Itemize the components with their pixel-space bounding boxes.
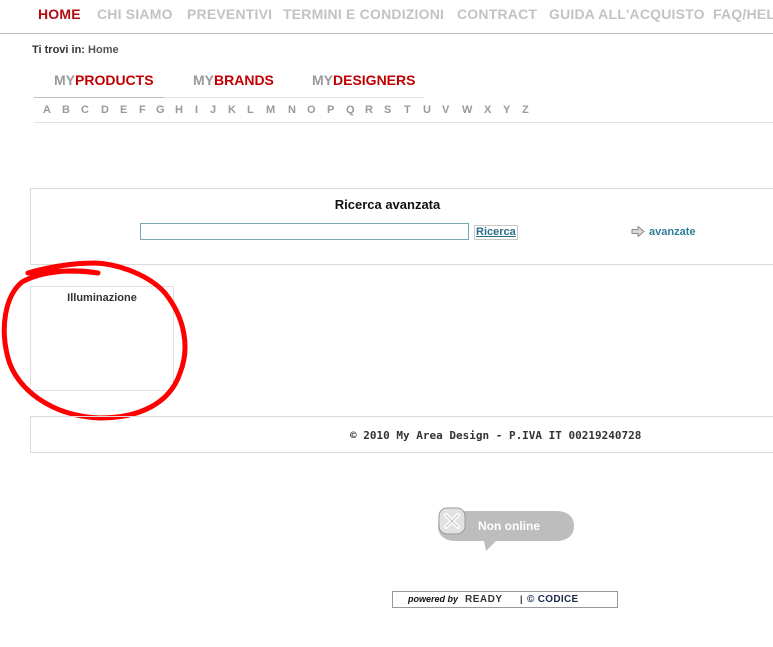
tab-brands[interactable]: MYBRANDS bbox=[193, 72, 274, 88]
footer: © 2010 My Area Design - P.IVA IT 0021924… bbox=[30, 416, 773, 453]
letter-link[interactable]: A bbox=[43, 104, 51, 116]
advanced-link-label: avanzate bbox=[649, 226, 696, 238]
powered-by-banner[interactable]: powered by READY | © CODICE bbox=[392, 591, 618, 608]
search-button[interactable]: Ricerca bbox=[474, 225, 518, 240]
letter-link[interactable]: Q bbox=[346, 104, 355, 116]
letter-link[interactable]: W bbox=[462, 104, 472, 116]
letter-link[interactable]: J bbox=[210, 104, 216, 116]
tab-products[interactable]: MYPRODUCTS bbox=[54, 72, 154, 88]
letter-link[interactable]: N bbox=[288, 104, 296, 116]
status-text: Non online bbox=[478, 519, 540, 533]
nav-item-termini[interactable]: TERMINI E CONDIZIONI bbox=[283, 6, 444, 22]
letter-link[interactable]: L bbox=[247, 104, 254, 116]
advanced-search-panel: Ricerca avanzata Ricerca avanzate bbox=[30, 188, 773, 265]
letter-link[interactable]: D bbox=[101, 104, 109, 116]
tab-label: DESIGNERS bbox=[333, 72, 416, 88]
letter-link[interactable]: H bbox=[175, 104, 183, 116]
tab-prefix: MY bbox=[312, 72, 333, 88]
letter-link[interactable]: R bbox=[365, 104, 373, 116]
footer-copyright: © 2010 My Area Design - P.IVA IT 0021924… bbox=[350, 429, 642, 442]
codice-logo: © CODICE bbox=[527, 594, 579, 605]
breadcrumb: Ti trovi in: Home bbox=[32, 44, 119, 56]
letter-link[interactable]: I bbox=[195, 104, 198, 116]
tab-designers[interactable]: MYDESIGNERS bbox=[312, 72, 415, 88]
breadcrumb-prefix: Ti trovi in: bbox=[32, 44, 85, 56]
ready-logo: READY bbox=[465, 594, 503, 605]
letter-link[interactable]: K bbox=[228, 104, 236, 116]
search-input[interactable] bbox=[140, 223, 469, 240]
powered-label: powered by bbox=[408, 594, 459, 604]
letter-link[interactable]: E bbox=[120, 104, 127, 116]
tab-label: BRANDS bbox=[214, 72, 274, 88]
letter-link[interactable]: F bbox=[139, 104, 146, 116]
letter-link[interactable]: B bbox=[62, 104, 70, 116]
close-x-icon bbox=[438, 507, 466, 535]
top-navigation: HOME CHI SIAMO PREVENTIVI TERMINI E COND… bbox=[0, 0, 773, 34]
letter-link[interactable]: S bbox=[384, 104, 391, 116]
breadcrumb-home[interactable]: Home bbox=[88, 44, 119, 56]
search-title: Ricerca avanzata bbox=[334, 197, 441, 212]
letter-link[interactable]: V bbox=[442, 104, 449, 116]
letter-link[interactable]: T bbox=[404, 104, 411, 116]
letter-link[interactable]: Z bbox=[522, 104, 529, 116]
letter-link[interactable]: O bbox=[307, 104, 316, 116]
letter-link[interactable]: M bbox=[266, 104, 275, 116]
tabs-divider bbox=[164, 97, 424, 98]
tab-label: PRODUCTS bbox=[75, 72, 154, 88]
tab-prefix: MY bbox=[193, 72, 214, 88]
powered-separator: | bbox=[520, 594, 523, 604]
arrow-right-icon bbox=[631, 225, 645, 238]
advanced-search-link[interactable]: avanzate bbox=[631, 225, 696, 238]
nav-item-guida[interactable]: GUIDA ALL'ACQUISTO bbox=[549, 6, 705, 22]
letter-link[interactable]: P bbox=[327, 104, 334, 116]
nav-item-chi-siamo[interactable]: CHI SIAMO bbox=[97, 6, 173, 22]
tab-prefix: MY bbox=[54, 72, 75, 88]
letter-link[interactable]: C bbox=[81, 104, 89, 116]
letter-link[interactable]: Y bbox=[503, 104, 510, 116]
nav-item-faq[interactable]: FAQ/HEL bbox=[713, 6, 773, 22]
letter-link[interactable]: X bbox=[484, 104, 491, 116]
letter-link[interactable]: G bbox=[156, 104, 165, 116]
red-annotation-circle bbox=[1, 260, 188, 421]
nav-item-preventivi[interactable]: PREVENTIVI bbox=[187, 6, 272, 22]
alphabet-filter: A B C D E F G H I J K L M N O P Q R S T … bbox=[34, 104, 773, 123]
letter-link[interactable]: U bbox=[423, 104, 431, 116]
nav-item-home[interactable]: HOME bbox=[38, 6, 81, 22]
active-tab-underline bbox=[34, 97, 164, 98]
nav-item-contract[interactable]: CONTRACT bbox=[457, 6, 537, 22]
